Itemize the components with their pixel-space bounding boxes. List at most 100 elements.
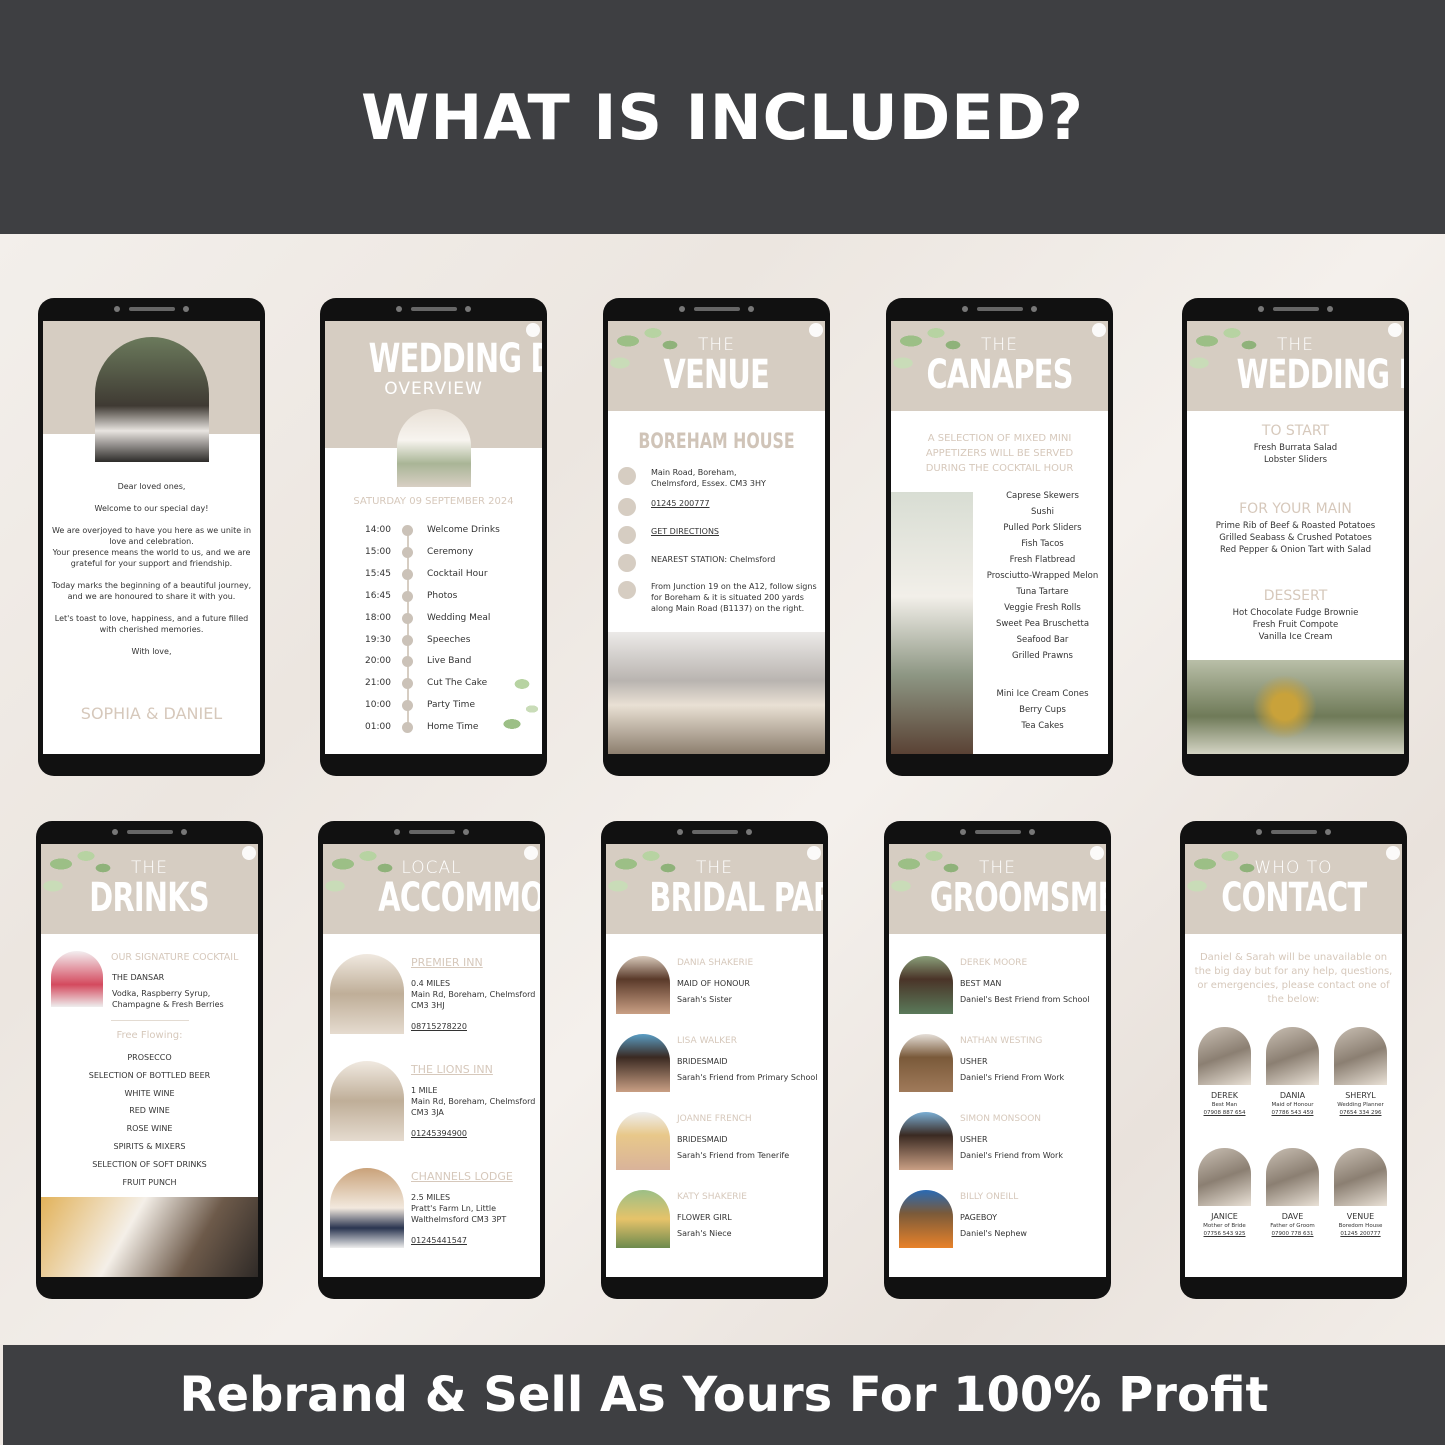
speaker: [410, 307, 457, 311]
canape-item: Prosciutto-Wrapped Melon: [986, 571, 1099, 581]
person-role: BRIDESMAID: [677, 1057, 728, 1066]
welcome-line: We are overjoyed to have you here as we …: [51, 526, 252, 568]
hotel-name[interactable]: PREMIER INN: [411, 957, 483, 968]
timeline-event: Cocktail Hour: [427, 568, 488, 579]
hotel-distance: 0.4 MILES: [411, 979, 451, 988]
header-title: VENUE: [663, 352, 770, 398]
venue-name: BOREHAM HOUSE: [638, 429, 795, 453]
contact-phone[interactable]: 07908 887 654: [1190, 1109, 1259, 1117]
person-photo: [899, 1112, 953, 1170]
menu-item: Red Pepper & Onion Tart with Salad: [1219, 545, 1371, 555]
timeline-dot: [402, 634, 413, 646]
welcome-line: With love,: [131, 647, 172, 656]
venue-info: Main Road, Boreham, Chelmsford, Essex. C…: [651, 468, 766, 488]
person-note: Sarah's Friend from Primary School: [677, 1073, 818, 1082]
contact-phone[interactable]: 07786 543 459: [1258, 1109, 1327, 1117]
person-note: Sarah's Friend from Tenerife: [677, 1151, 790, 1160]
contact-photo: [1334, 1148, 1387, 1206]
phone-screen: THEWEDDING MENU TO START Fresh Burrata Sal…: [1187, 321, 1404, 754]
person-note: Daniel's Friend From Work: [960, 1073, 1065, 1082]
person-note: Daniel's Nephew: [960, 1229, 1027, 1238]
welcome-line: Let's toast to love, happiness, and a fu…: [54, 614, 249, 634]
contact-phone[interactable]: 01245 200777: [1326, 1230, 1395, 1238]
phone-screen: WEDDING DAYOVERVIEW SATURDAY 09 SEPTEMBER…: [325, 321, 542, 754]
corner-badge-icon: [809, 323, 823, 337]
camera-dot: [962, 306, 968, 312]
phone-welcome: Dear loved ones, Welcome to our special d…: [38, 298, 265, 776]
drink-item: SELECTION OF BOTTLED BEER: [88, 1070, 211, 1080]
person-photo: [616, 1190, 670, 1248]
sensor-dot: [1325, 829, 1331, 835]
phone-screen: Dear loved ones, Welcome to our special d…: [43, 321, 260, 754]
person-name: NATHAN WESTING: [960, 1036, 1043, 1046]
timeline-time: 01:00: [365, 722, 391, 733]
phone-bridal: THEBRIDAL PARTY DANIA SHAKERIE MAID OF HON…: [601, 821, 828, 1299]
speaker: [1270, 830, 1317, 834]
timeline-event: Wedding Meal: [427, 612, 491, 623]
hotel-name[interactable]: CHANNELS LODGE: [411, 1171, 513, 1182]
person-role: BEST MAN: [960, 979, 1002, 988]
drink-item: WHITE WINE: [124, 1088, 175, 1098]
contact-phone[interactable]: 07900 778 631: [1258, 1230, 1327, 1238]
menu-item: Grilled Seabass & Crushed Potatoes: [1219, 533, 1372, 543]
corner-badge-icon: [242, 846, 256, 860]
hotel-distance: 1 MILE: [411, 1086, 438, 1095]
screen-header: THEBRIDAL PARTY: [606, 844, 823, 934]
dessert-item: Tea Cakes: [1021, 721, 1064, 731]
cocktail-heading: OUR SIGNATURE COCKTAIL: [111, 952, 239, 963]
phone-accommodation: LOCALACCOMMODATION PREMIER INN 0.4 MILES Ma…: [318, 821, 545, 1299]
venue-link[interactable]: GET DIRECTIONS: [651, 526, 817, 537]
person-note: Daniel's Friend from Work: [960, 1151, 1063, 1160]
contact-phone[interactable]: 07756 543 925: [1190, 1230, 1259, 1238]
hotel-phone[interactable]: 08715278220: [411, 1021, 467, 1032]
contact-phone[interactable]: 07654 334 296: [1326, 1109, 1395, 1117]
rings-photo: [1187, 660, 1404, 754]
person-name: SIMON MONSOON: [960, 1114, 1042, 1124]
cocktail-photo: [51, 951, 103, 1007]
header-title: WEDDING DAY: [368, 336, 542, 382]
camera-dot: [394, 829, 400, 835]
canape-item: Seafood Bar: [1016, 635, 1069, 645]
corner-badge-icon: [807, 846, 821, 860]
corner-badge-icon: [524, 846, 538, 860]
contact-role: Boredom House: [1338, 1223, 1383, 1229]
timeline-time: 10:00: [365, 700, 391, 711]
contact-name: JANICE: [1211, 1212, 1238, 1221]
drink-item: SPIRITS & MIXERS: [113, 1142, 186, 1151]
welcome-text: Dear loved ones, Welcome to our special d…: [51, 481, 252, 668]
timeline-dot: [402, 590, 413, 602]
dessert-item: Berry Cups: [1019, 705, 1066, 715]
hotel-phone[interactable]: 01245394900: [411, 1128, 467, 1139]
screen-header: THEGROOMSMEN: [889, 844, 1106, 934]
phone-screen: THEBRIDAL PARTY DANIA SHAKERIE MAID OF HON…: [606, 844, 823, 1277]
divider: [111, 1020, 189, 1021]
drink-item: ROSE WINE: [126, 1124, 173, 1134]
timeline-line: [407, 531, 409, 726]
timeline-dot: [402, 546, 413, 558]
timeline-dot: [402, 525, 413, 536]
timeline-event: Live Band: [427, 656, 472, 667]
person-name: BILLY ONEILL: [960, 1192, 1019, 1202]
person-role: FLOWER GIRL: [677, 1213, 732, 1222]
hotel-photo: [330, 954, 404, 1034]
hotel-name[interactable]: THE LIONS INN: [411, 1064, 493, 1075]
venue-info: NEAREST STATION: Chelmsford: [651, 555, 776, 564]
person-photo: [616, 1034, 670, 1092]
contact-role: Father of Groom: [1270, 1223, 1315, 1229]
screen-header: THEWEDDING MENU: [1187, 321, 1404, 411]
speaker: [691, 830, 738, 834]
speaker: [126, 830, 173, 834]
drink-item: SELECTION OF SOFT DRINKS: [92, 1159, 207, 1169]
free-flowing-heading: Free Flowing:: [116, 1030, 183, 1041]
header-title: GROOMSMEN: [929, 875, 1106, 921]
person-photo: [616, 1112, 670, 1170]
person-note: Daniel's Best Friend from School: [960, 995, 1090, 1004]
speaker: [408, 830, 455, 834]
screen-header: THE DRINKS: [41, 844, 258, 934]
venue-link[interactable]: 01245 200777: [651, 498, 817, 509]
hotel-phone[interactable]: 01245441547: [411, 1235, 467, 1246]
phone-screen: THE VENUE BOREHAM HOUSE Main Road, Boreham,…: [608, 321, 825, 754]
contact-role: Wedding Planner: [1337, 1102, 1384, 1108]
cocktail-description: Vodka, Raspberry Syrup, Champagne & Fres…: [112, 989, 224, 1009]
canape-item: Caprese Skewers: [1006, 491, 1079, 501]
